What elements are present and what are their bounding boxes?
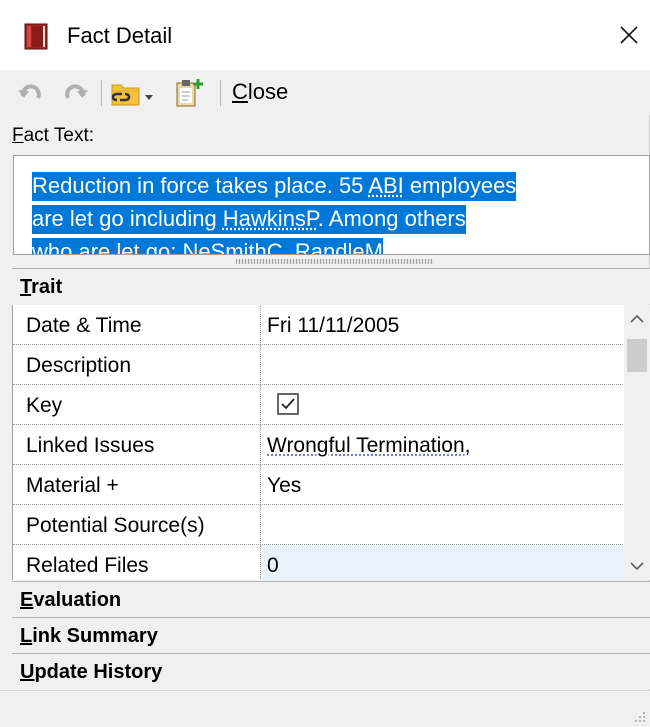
property-row-description[interactable]: Description: [13, 345, 624, 385]
section-evaluation[interactable]: Evaluation: [12, 581, 650, 617]
fact-text-segment: are let go including: [32, 206, 223, 231]
status-bar: [0, 690, 650, 727]
section-link-summary-mnemonic: L: [20, 625, 33, 647]
fact-text-label-text: act Text:: [23, 125, 95, 146]
fact-text-label-mnemonic: F: [12, 125, 24, 146]
section-trait-mnemonic: T: [20, 276, 32, 298]
section-link-summary[interactable]: Link Summary: [12, 617, 650, 653]
property-name: Key: [26, 394, 63, 417]
property-name: Material +: [26, 474, 119, 497]
column-divider: [260, 465, 261, 505]
scrollbar-thumb[interactable]: [627, 339, 647, 372]
property-name: Related Files: [26, 554, 149, 577]
property-row-key[interactable]: Key: [13, 385, 624, 425]
red-book-icon: [24, 23, 48, 50]
section-update-history-label: Update History: [20, 660, 162, 684]
section-link-summary-label: Link Summary: [20, 624, 158, 648]
fact-text-linked-term[interactable]: ABI: [368, 173, 403, 198]
fact-text-linked-term[interactable]: RandleM: [295, 239, 383, 254]
column-divider: [260, 505, 261, 545]
property-row-related-files[interactable]: Related Files 0: [13, 545, 624, 580]
section-evaluation-text: valuation: [33, 589, 122, 611]
clipboard-add-icon[interactable]: [174, 78, 204, 108]
title-bar: Fact Detail: [0, 0, 650, 70]
property-row-linked-issues[interactable]: Linked Issues Wrongful Termination,: [13, 425, 624, 465]
fact-text-segment: Reduction in force takes place. 55: [32, 173, 369, 198]
close-icon[interactable]: [612, 18, 646, 52]
fact-text-segment: who are let go:: [32, 239, 183, 255]
scroll-up-icon[interactable]: [624, 305, 650, 333]
property-name: Date & Time: [26, 314, 142, 337]
fact-text-line: Reduction in force takes place. 55 ABI e…: [32, 172, 517, 201]
property-name: Description: [26, 354, 132, 377]
folder-link-icon[interactable]: [111, 78, 155, 108]
property-row-potential-sources[interactable]: Potential Source(s): [13, 505, 624, 545]
toolbar: Close: [0, 70, 650, 115]
column-divider: [260, 305, 261, 345]
property-row-material[interactable]: Material + Yes: [13, 465, 624, 505]
fact-text-segment: ,: [282, 239, 295, 255]
fact-text-content: Reduction in force takes place. 55 ABI e…: [32, 169, 632, 255]
section-update-history[interactable]: Update History: [12, 653, 650, 689]
property-value[interactable]: 0: [267, 553, 279, 579]
resize-grip-icon[interactable]: [634, 711, 646, 723]
section-evaluation-label: Evaluation: [20, 588, 121, 612]
section-update-history-text: pdate History: [34, 661, 163, 683]
property-grid: Date & Time Fri 11/11/2005 Description K…: [12, 305, 624, 580]
window-title: Fact Detail: [67, 23, 173, 48]
fact-text-label: Fact Text:: [12, 124, 94, 148]
toolbar-separator: [101, 80, 102, 106]
selected-cell-highlight: [261, 545, 624, 580]
fact-detail-window: Fact Detail Close Fact Text: Reduction i…: [0, 0, 650, 727]
fact-text-line: are let go including HawkinsP. Among oth…: [32, 205, 466, 234]
linked-issue-link[interactable]: Wrongful Termination,: [267, 434, 471, 457]
section-update-history-mnemonic: U: [20, 661, 35, 683]
column-divider: [260, 545, 261, 580]
splitter-grip[interactable]: [236, 259, 434, 264]
key-checkbox[interactable]: [277, 393, 299, 415]
section-evaluation-mnemonic: E: [20, 589, 34, 611]
section-trait-label: Trait: [20, 275, 62, 299]
property-row-date-time[interactable]: Date & Time Fri 11/11/2005: [13, 305, 624, 345]
toolbar-separator: [220, 80, 221, 106]
section-trait-text: rait: [31, 276, 63, 298]
property-grid-scrollbar[interactable]: [624, 305, 650, 580]
property-value[interactable]: Fri 11/11/2005: [267, 313, 399, 339]
column-divider: [260, 345, 261, 385]
fact-text-segment: . Among others: [317, 206, 466, 231]
property-name: Linked Issues: [26, 434, 155, 457]
redo-icon[interactable]: [60, 78, 90, 108]
close-button[interactable]: Close: [232, 78, 288, 106]
section-trait[interactable]: Trait: [12, 268, 650, 304]
fact-text-field[interactable]: Reduction in force takes place. 55 ABI e…: [13, 155, 650, 255]
column-divider: [260, 385, 261, 425]
fact-text-segment: employees: [403, 173, 517, 198]
close-button-mnemonic: C: [232, 79, 248, 104]
property-value[interactable]: Wrongful Termination,: [267, 433, 471, 459]
property-value[interactable]: Yes: [267, 473, 301, 499]
property-name: Potential Source(s): [26, 514, 205, 537]
fact-text-linked-term[interactable]: NeSmithC: [182, 239, 282, 254]
close-button-label: lose: [247, 79, 289, 104]
fact-text-line: who are let go: NeSmithC, RandleM: [32, 238, 383, 255]
undo-icon[interactable]: [16, 78, 46, 108]
scroll-down-icon[interactable]: [624, 552, 650, 580]
column-divider: [260, 425, 261, 465]
fact-text-linked-term[interactable]: HawkinsP: [223, 206, 318, 231]
section-link-summary-text: ink Summary: [32, 625, 158, 647]
